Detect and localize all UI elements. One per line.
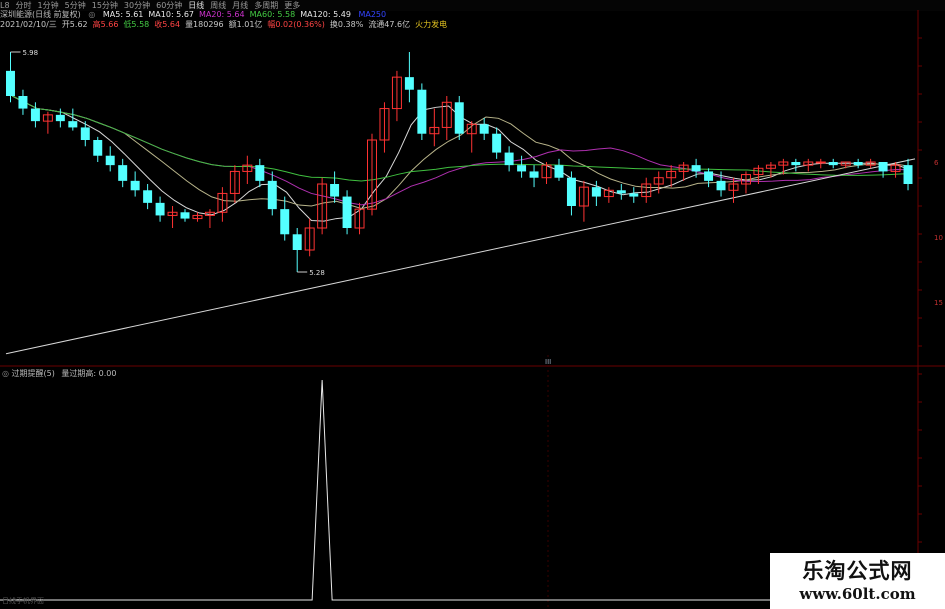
y-axis-label: 6 — [934, 159, 939, 167]
candle-body — [878, 162, 888, 172]
candle-body — [566, 177, 576, 206]
candle-body — [828, 162, 838, 166]
candle-body — [68, 121, 78, 128]
indicator-title: 过期提醒(5) — [11, 369, 55, 378]
candle-body — [292, 234, 302, 250]
ma120-line — [5, 158, 916, 355]
candle-body — [130, 180, 140, 191]
low-label: 5.28 — [309, 269, 325, 277]
candle-body — [716, 180, 726, 191]
candle-body — [143, 190, 153, 203]
y-axis-label: 15 — [934, 299, 943, 307]
candle-body — [853, 162, 863, 166]
candle-body — [629, 193, 639, 197]
candle-body — [903, 165, 913, 184]
candle-body — [554, 165, 564, 178]
candle-body — [616, 190, 626, 194]
date-marker: III — [545, 358, 551, 366]
candle-body — [454, 102, 464, 134]
candle-body — [704, 171, 714, 181]
candle-body — [591, 187, 601, 197]
candle-body — [504, 152, 514, 166]
candle-body — [417, 89, 427, 134]
candle-body — [255, 165, 265, 181]
candle-body — [479, 124, 489, 134]
candle-body — [517, 165, 527, 172]
candle-body — [815, 161, 826, 164]
indicator-value: 量过期高: 0.00 — [61, 369, 117, 378]
candle-body — [404, 77, 414, 90]
candle-body — [30, 108, 40, 122]
candle-body — [791, 162, 801, 166]
candle-body — [330, 184, 340, 197]
footer-text: 日线手机界面 — [2, 597, 44, 605]
candle-body — [118, 165, 128, 181]
kline-chart[interactable]: 6 10 15 5.98 5.28 III — [0, 0, 945, 609]
watermark: 乐淘公式网 www.60lt.com — [770, 553, 945, 609]
candle-body — [342, 196, 352, 228]
sub-legend: ◎ 过期提醒(5) 量过期高: 0.00 — [2, 369, 116, 379]
candle-body — [105, 155, 115, 166]
candle-body — [180, 212, 190, 219]
candle-body — [529, 171, 539, 178]
candle-body — [280, 209, 290, 235]
candle-body — [155, 202, 165, 216]
y-axis-label: 10 — [934, 234, 943, 242]
high-label: 5.98 — [22, 49, 38, 57]
candle-body — [18, 96, 28, 109]
candle-body — [93, 140, 103, 156]
watermark-title: 乐淘公式网 — [802, 558, 913, 583]
candle-body — [267, 180, 277, 210]
candle-body — [691, 165, 701, 172]
watermark-url: www.60lt.com — [799, 585, 916, 603]
candle-body — [6, 70, 15, 96]
indicator-circle-icon[interactable]: ◎ — [2, 369, 9, 378]
candle-body — [80, 127, 90, 140]
candle-body — [55, 114, 65, 122]
candle-body — [492, 133, 502, 153]
